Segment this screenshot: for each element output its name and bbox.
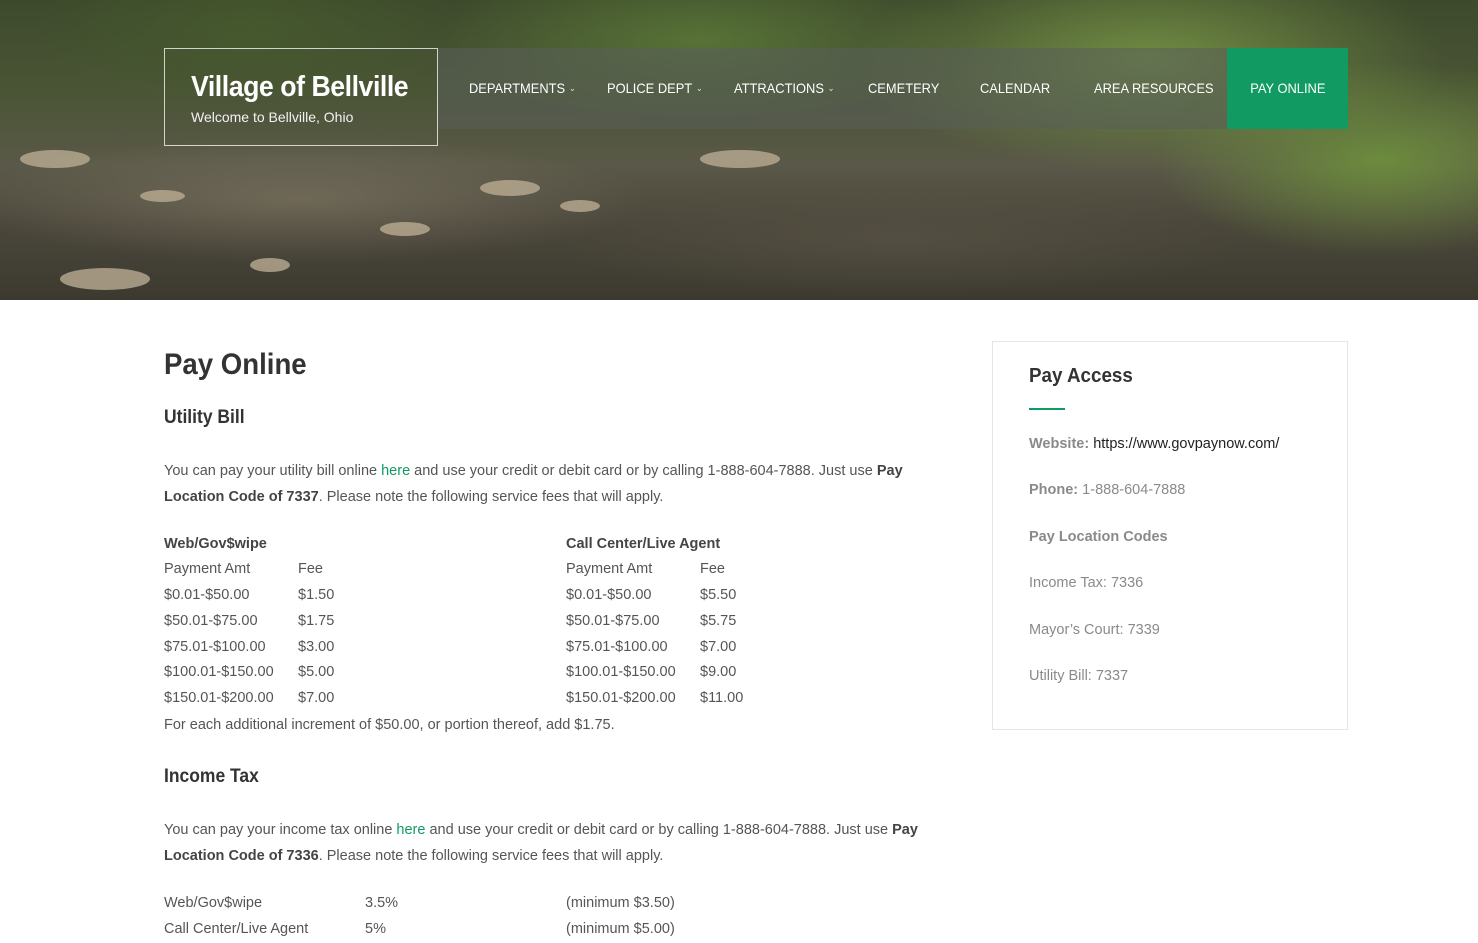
chevron-down-icon: ⌄ (568, 83, 576, 93)
income-pay-link[interactable]: here (396, 822, 425, 838)
site-branding[interactable]: Village of Bellville Welcome to Bellvill… (164, 48, 438, 146)
hero-rock (700, 150, 780, 168)
table-cell: $7.00 (700, 639, 737, 655)
utility-pay-link[interactable]: here (381, 463, 410, 479)
fee-footnote: For each additional increment of $50.00,… (164, 717, 615, 733)
col-header-amt: Payment Amt (164, 561, 251, 577)
nav-departments[interactable]: DEPARTMENTS ⌄ (469, 48, 576, 129)
hero-rock (60, 268, 150, 290)
code-income-tax: Income Tax: 7336 (1029, 575, 1144, 591)
website-label: Website: (1029, 436, 1090, 452)
hero-banner: Village of Bellville Welcome to Bellvill… (0, 0, 1478, 300)
website-link[interactable]: https://www.govpaynow.com/ (1093, 436, 1279, 452)
table-cell: $100.01-$150.00 (164, 664, 274, 680)
table-cell: $0.01-$50.00 (164, 587, 250, 603)
title-underline (1029, 408, 1065, 410)
table-cell: (minimum $3.50) (566, 895, 675, 911)
nav-label: CALENDAR (980, 80, 1051, 96)
nav-label: CEMETERY (868, 80, 940, 96)
hero-rock (140, 190, 185, 202)
table-cell: $75.01-$100.00 (566, 639, 668, 655)
web-fee-heading: Web/Gov$wipe (164, 536, 267, 552)
nav-label: ATTRACTIONS (734, 80, 824, 96)
table-cell: $0.01-$50.00 (566, 587, 652, 603)
nav-label: AREA RESOURCES (1094, 80, 1214, 96)
main-nav: DEPARTMENTS ⌄ POLICE DEPT ⌄ ATTRACTIONS ⌄ C… (438, 48, 1348, 129)
hero-rock (20, 150, 90, 168)
nav-label: DEPARTMENTS (469, 80, 566, 96)
table-cell: $1.50 (298, 587, 335, 603)
table-cell: $5.00 (298, 664, 335, 680)
hero-rock (380, 222, 430, 236)
site-title[interactable]: Village of Bellville (191, 71, 409, 104)
nav-cemetery[interactable]: CEMETERY (868, 48, 939, 129)
utility-bill-text: You can pay your utility bill online her… (164, 463, 903, 505)
nav-label: POLICE DEPT (607, 80, 693, 96)
nav-area-resources[interactable]: AREA RESOURCES (1094, 48, 1214, 129)
table-cell: $5.50 (700, 587, 737, 603)
code-mayors-court: Mayor’s Court: 7339 (1029, 622, 1160, 638)
website-line: Website: https://www.govpaynow.com/ (1029, 436, 1279, 452)
table-cell: $11.00 (700, 690, 744, 706)
phone-value: 1-888-604-7888 (1082, 482, 1186, 498)
code-utility-bill: Utility Bill: 7337 (1029, 668, 1129, 684)
pay-access-widget: Pay Access Website: https://www.govpayno… (992, 341, 1348, 730)
page-title: Pay Online (164, 348, 307, 381)
table-cell: $1.75 (298, 613, 335, 629)
nav-police-dept[interactable]: POLICE DEPT ⌄ (607, 48, 703, 129)
call-fee-heading: Call Center/Live Agent (566, 536, 721, 552)
col-header-amt: Payment Amt (566, 561, 653, 577)
chevron-down-icon: ⌄ (695, 83, 703, 93)
col-header-fee: Fee (298, 561, 323, 577)
codes-heading: Pay Location Codes (1029, 529, 1168, 545)
table-cell: $50.01-$75.00 (566, 613, 660, 629)
table-cell: $3.00 (298, 639, 335, 655)
table-cell: $100.01-$150.00 (566, 664, 676, 680)
table-cell: (minimum $5.00) (566, 921, 675, 937)
site-tagline: Welcome to Bellville, Ohio (191, 109, 354, 125)
nav-pay-online[interactable]: PAY ONLINE (1227, 48, 1348, 129)
table-cell: Web/Gov$wipe (164, 895, 263, 911)
table-cell: $9.00 (700, 664, 737, 680)
table-cell: $5.75 (700, 613, 737, 629)
table-cell: 3.5% (365, 895, 399, 911)
income-tax-text: You can pay your income tax online here … (164, 822, 918, 864)
table-cell: $50.01-$75.00 (164, 613, 258, 629)
utility-bill-heading: Utility Bill (164, 407, 245, 428)
hero-rock (480, 180, 540, 196)
table-cell: $75.01-$100.00 (164, 639, 266, 655)
hero-rock (250, 258, 290, 272)
col-header-fee: Fee (700, 561, 725, 577)
table-cell: Call Center/Live Agent (164, 921, 309, 937)
widget-title: Pay Access (1029, 365, 1133, 387)
table-cell: $7.00 (298, 690, 335, 706)
income-tax-heading: Income Tax (164, 766, 259, 787)
chevron-down-icon: ⌄ (827, 83, 835, 93)
phone-line: Phone: 1-888-604-7888 (1029, 482, 1185, 498)
table-cell: $150.01-$200.00 (164, 690, 274, 706)
nav-label: PAY ONLINE (1249, 80, 1326, 96)
hero-rock (560, 200, 600, 212)
nav-calendar[interactable]: CALENDAR (980, 48, 1050, 129)
table-cell: 5% (365, 921, 386, 937)
table-cell: $150.01-$200.00 (566, 690, 676, 706)
phone-label: Phone: (1029, 482, 1079, 498)
nav-attractions[interactable]: ATTRACTIONS ⌄ (734, 48, 835, 129)
